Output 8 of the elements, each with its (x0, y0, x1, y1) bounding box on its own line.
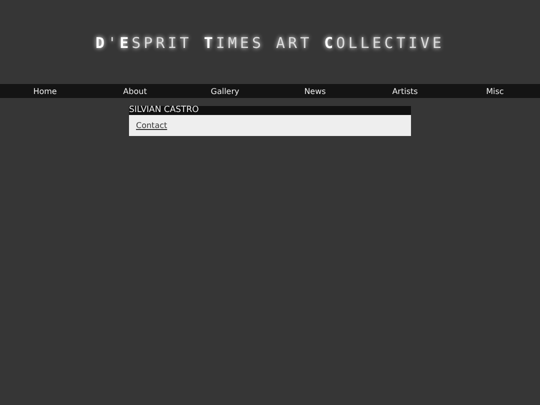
nav-link[interactable]: Misc (450, 86, 540, 96)
nav-link[interactable]: News (270, 86, 360, 96)
nav-link[interactable]: Artists (360, 86, 450, 96)
panel-heading: SILVIAN CASTRO (129, 106, 411, 115)
nav-link[interactable]: Gallery (180, 86, 270, 96)
nav-link[interactable]: About (90, 86, 180, 96)
contact-link[interactable]: Contact (136, 121, 168, 130)
nav-link[interactable]: Home (0, 86, 90, 96)
